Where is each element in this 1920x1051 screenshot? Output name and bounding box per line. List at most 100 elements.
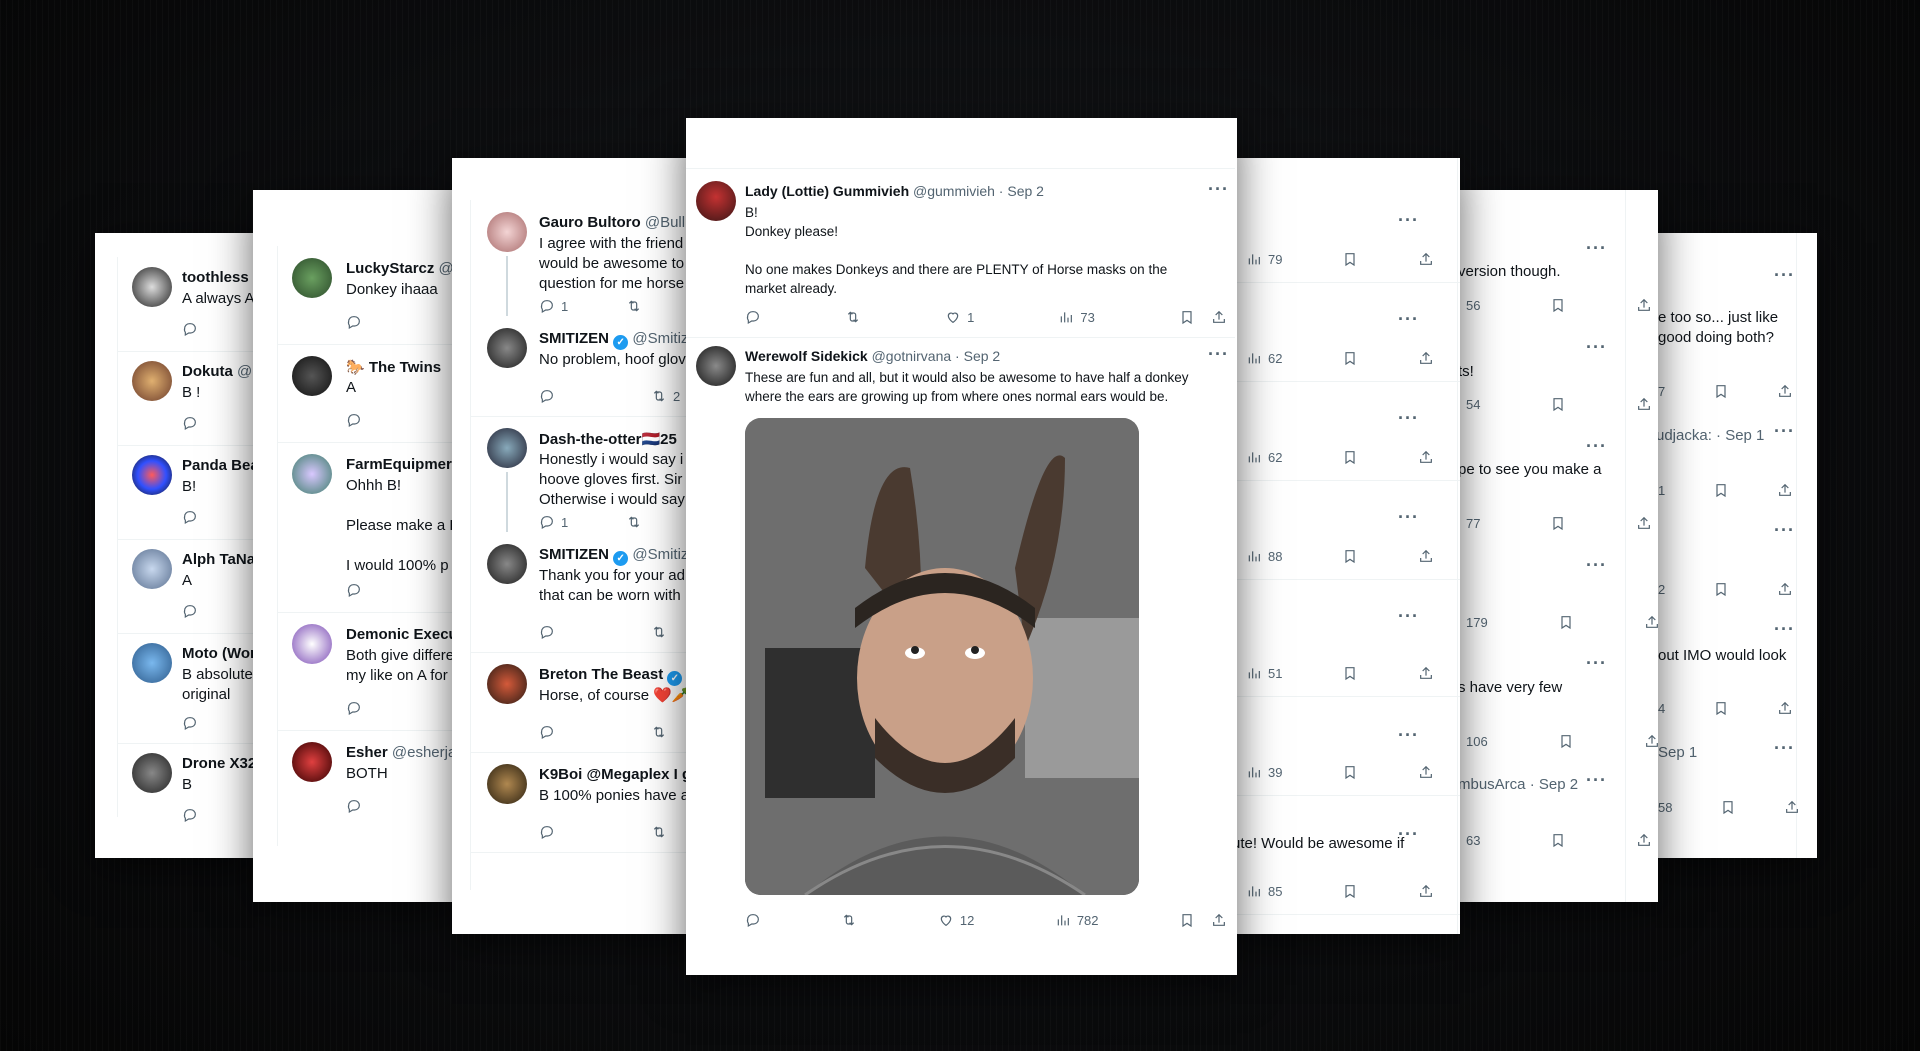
tweet-author[interactable]: Alph TaNa: [182, 551, 255, 568]
reply-icon[interactable]: [539, 624, 555, 640]
tweet[interactable]: SMITIZEN ✓ @Smitiz No problem, hoof glov…: [471, 316, 702, 417]
tweet-author[interactable]: Panda Bea: [182, 457, 255, 474]
more-icon[interactable]: ···: [1586, 555, 1607, 576]
share-icon[interactable]: [1418, 350, 1434, 366]
reply-icon[interactable]: [539, 824, 555, 840]
retweet-icon[interactable]: [651, 624, 667, 640]
tweet-photo[interactable]: [745, 418, 1139, 895]
share-icon[interactable]: [1636, 515, 1652, 531]
avatar[interactable]: [292, 454, 332, 494]
more-icon[interactable]: ···: [1208, 179, 1229, 200]
author-handle[interactable]: @gummivieh · Sep 2: [913, 183, 1044, 199]
avatar[interactable]: [696, 346, 736, 386]
avatar[interactable]: [132, 267, 172, 307]
share-icon[interactable]: [1636, 297, 1652, 313]
views-icon[interactable]: [1055, 912, 1071, 928]
share-icon[interactable]: [1418, 764, 1434, 780]
share-icon[interactable]: [1418, 449, 1434, 465]
avatar[interactable]: [132, 361, 172, 401]
share-icon[interactable]: [1418, 665, 1434, 681]
avatar[interactable]: [487, 212, 527, 252]
reply-icon[interactable]: [182, 415, 198, 431]
avatar[interactable]: [292, 624, 332, 664]
bookmark-icon[interactable]: [1342, 449, 1358, 465]
author-name[interactable]: Esher: [346, 744, 388, 761]
author-name[interactable]: Lady (Lottie) Gummivieh: [745, 183, 909, 199]
reply-icon[interactable]: [346, 582, 362, 598]
bookmark-icon[interactable]: [1342, 350, 1358, 366]
more-icon[interactable]: ···: [1586, 653, 1607, 674]
reply-icon[interactable]: [346, 700, 362, 716]
views-icon[interactable]: [1246, 449, 1262, 465]
share-icon[interactable]: [1784, 799, 1800, 815]
more-icon[interactable]: ···: [1774, 421, 1795, 442]
avatar[interactable]: [132, 455, 172, 495]
bookmark-icon[interactable]: [1179, 309, 1195, 325]
author-handle[interactable]: @esherja: [392, 744, 455, 761]
retweet-icon[interactable]: [626, 514, 642, 530]
share-icon[interactable]: [1777, 581, 1793, 597]
avatar[interactable]: [487, 764, 527, 804]
author-name[interactable]: SMITIZEN: [539, 546, 609, 563]
share-icon[interactable]: [1644, 733, 1658, 749]
reply-icon[interactable]: [539, 514, 555, 530]
tweet-author[interactable]: Dash-the-otter🇳🇱25: [539, 430, 677, 448]
tweet[interactable]: Drone X32 B: [118, 743, 255, 837]
retweet-icon[interactable]: [651, 724, 667, 740]
bookmark-icon[interactable]: [1550, 396, 1566, 412]
author-handle[interactable]: @gotnirvana · Sep 2: [872, 348, 1001, 364]
share-icon[interactable]: [1777, 482, 1793, 498]
more-icon[interactable]: ···: [1398, 408, 1419, 429]
tweet[interactable]: Gauro Bultoro @Bull I agree with the fri…: [471, 200, 702, 316]
author-name[interactable]: SMITIZEN: [539, 330, 609, 347]
bookmark-icon[interactable]: [1558, 733, 1574, 749]
tweet[interactable]: toothless l A always A: [118, 257, 255, 352]
more-icon[interactable]: ···: [1586, 436, 1607, 457]
share-icon[interactable]: [1418, 548, 1434, 564]
views-icon[interactable]: [1246, 548, 1262, 564]
tweet-author[interactable]: 🐎 The Twins: [346, 358, 441, 376]
share-icon[interactable]: [1777, 700, 1793, 716]
author-name[interactable]: Breton The Beast: [539, 666, 663, 683]
avatar[interactable]: [132, 643, 172, 683]
tweet[interactable]: Werewolf Sidekick @gotnirvana · Sep 2 ··…: [686, 336, 1235, 936]
heart-icon[interactable]: [938, 912, 954, 928]
tweet[interactable]: Dokuta @D B !: [118, 351, 255, 446]
tweet-author[interactable]: SMITIZEN ✓ @Smitiz: [539, 546, 688, 566]
tweet[interactable]: Dash-the-otter🇳🇱25 Honestly i would say …: [471, 416, 702, 532]
reply-icon[interactable]: [182, 321, 198, 337]
tweet-author[interactable]: SMITIZEN ✓ @Smitiz: [539, 330, 688, 350]
tweet-author[interactable]: FarmEquipmer: [346, 456, 452, 473]
share-icon[interactable]: [1418, 883, 1434, 899]
avatar[interactable]: [292, 356, 332, 396]
author-handle[interactable]: @Smitiz: [632, 330, 688, 347]
share-icon[interactable]: [1636, 396, 1652, 412]
bookmark-icon[interactable]: [1550, 297, 1566, 313]
reply-icon[interactable]: [346, 314, 362, 330]
tweet[interactable]: K9Boi @Megaplex I g B 100% ponies have a: [471, 752, 702, 853]
bookmark-icon[interactable]: [1342, 548, 1358, 564]
views-icon[interactable]: [1246, 764, 1262, 780]
more-icon[interactable]: ···: [1586, 238, 1607, 259]
reply-icon[interactable]: [346, 412, 362, 428]
reply-icon[interactable]: [182, 603, 198, 619]
tweet[interactable]: 🐎 The Twins A: [278, 344, 455, 443]
views-icon[interactable]: [1058, 309, 1074, 325]
tweet-author[interactable]: LuckyStarcz @: [346, 260, 454, 277]
bookmark-icon[interactable]: [1179, 912, 1195, 928]
bookmark-icon[interactable]: [1342, 251, 1358, 267]
views-icon[interactable]: [1246, 350, 1262, 366]
more-icon[interactable]: ···: [1398, 507, 1419, 528]
bookmark-icon[interactable]: [1713, 700, 1729, 716]
author-name[interactable]: LuckyStarcz: [346, 260, 434, 277]
tweet[interactable]: Demonic Execu Both give differe my like …: [278, 612, 455, 731]
more-icon[interactable]: ···: [1774, 619, 1795, 640]
more-icon[interactable]: ···: [1398, 210, 1419, 231]
avatar[interactable]: [487, 328, 527, 368]
bookmark-icon[interactable]: [1713, 581, 1729, 597]
more-icon[interactable]: ···: [1774, 265, 1795, 286]
bookmark-icon[interactable]: [1342, 764, 1358, 780]
bookmark-icon[interactable]: [1713, 482, 1729, 498]
tweet-author[interactable]: Gauro Bultoro @Bull: [539, 214, 685, 231]
avatar[interactable]: [487, 664, 527, 704]
